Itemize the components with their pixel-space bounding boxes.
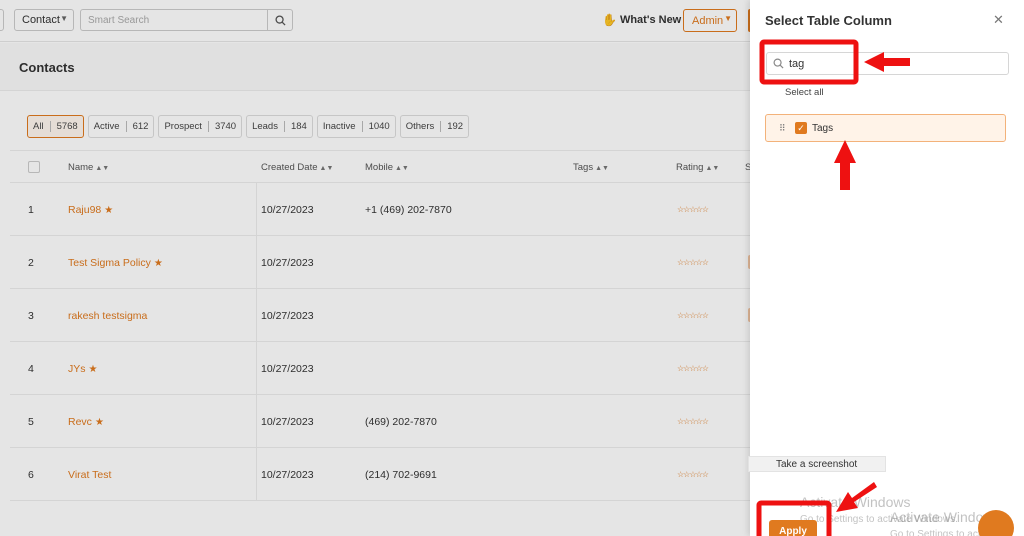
select-table-column-panel: Select Table Column ✕ tag Select all ⠿ ✓… xyxy=(748,0,1024,536)
panel-title: Select Table Column xyxy=(765,13,892,28)
close-icon[interactable]: ✕ xyxy=(993,12,1004,28)
select-all-link[interactable]: Select all xyxy=(785,87,824,98)
modal-overlay[interactable] xyxy=(0,0,750,536)
column-item-label: Tags xyxy=(812,123,834,134)
checkbox-checked-icon[interactable]: ✓ xyxy=(795,122,807,134)
screenshot-tooltip: Take a screenshot xyxy=(748,456,886,472)
column-search-input[interactable]: tag xyxy=(766,52,1009,75)
search-icon xyxy=(773,58,784,69)
column-item-tags[interactable]: ⠿ ✓ Tags xyxy=(765,114,1006,142)
drag-handle-icon[interactable]: ⠿ xyxy=(779,123,786,134)
chat-bubble-icon[interactable] xyxy=(978,510,1014,536)
apply-button[interactable]: Apply xyxy=(769,520,817,536)
windows-watermark-title: Activate Windows xyxy=(800,494,911,510)
column-search-value: tag xyxy=(789,57,805,70)
